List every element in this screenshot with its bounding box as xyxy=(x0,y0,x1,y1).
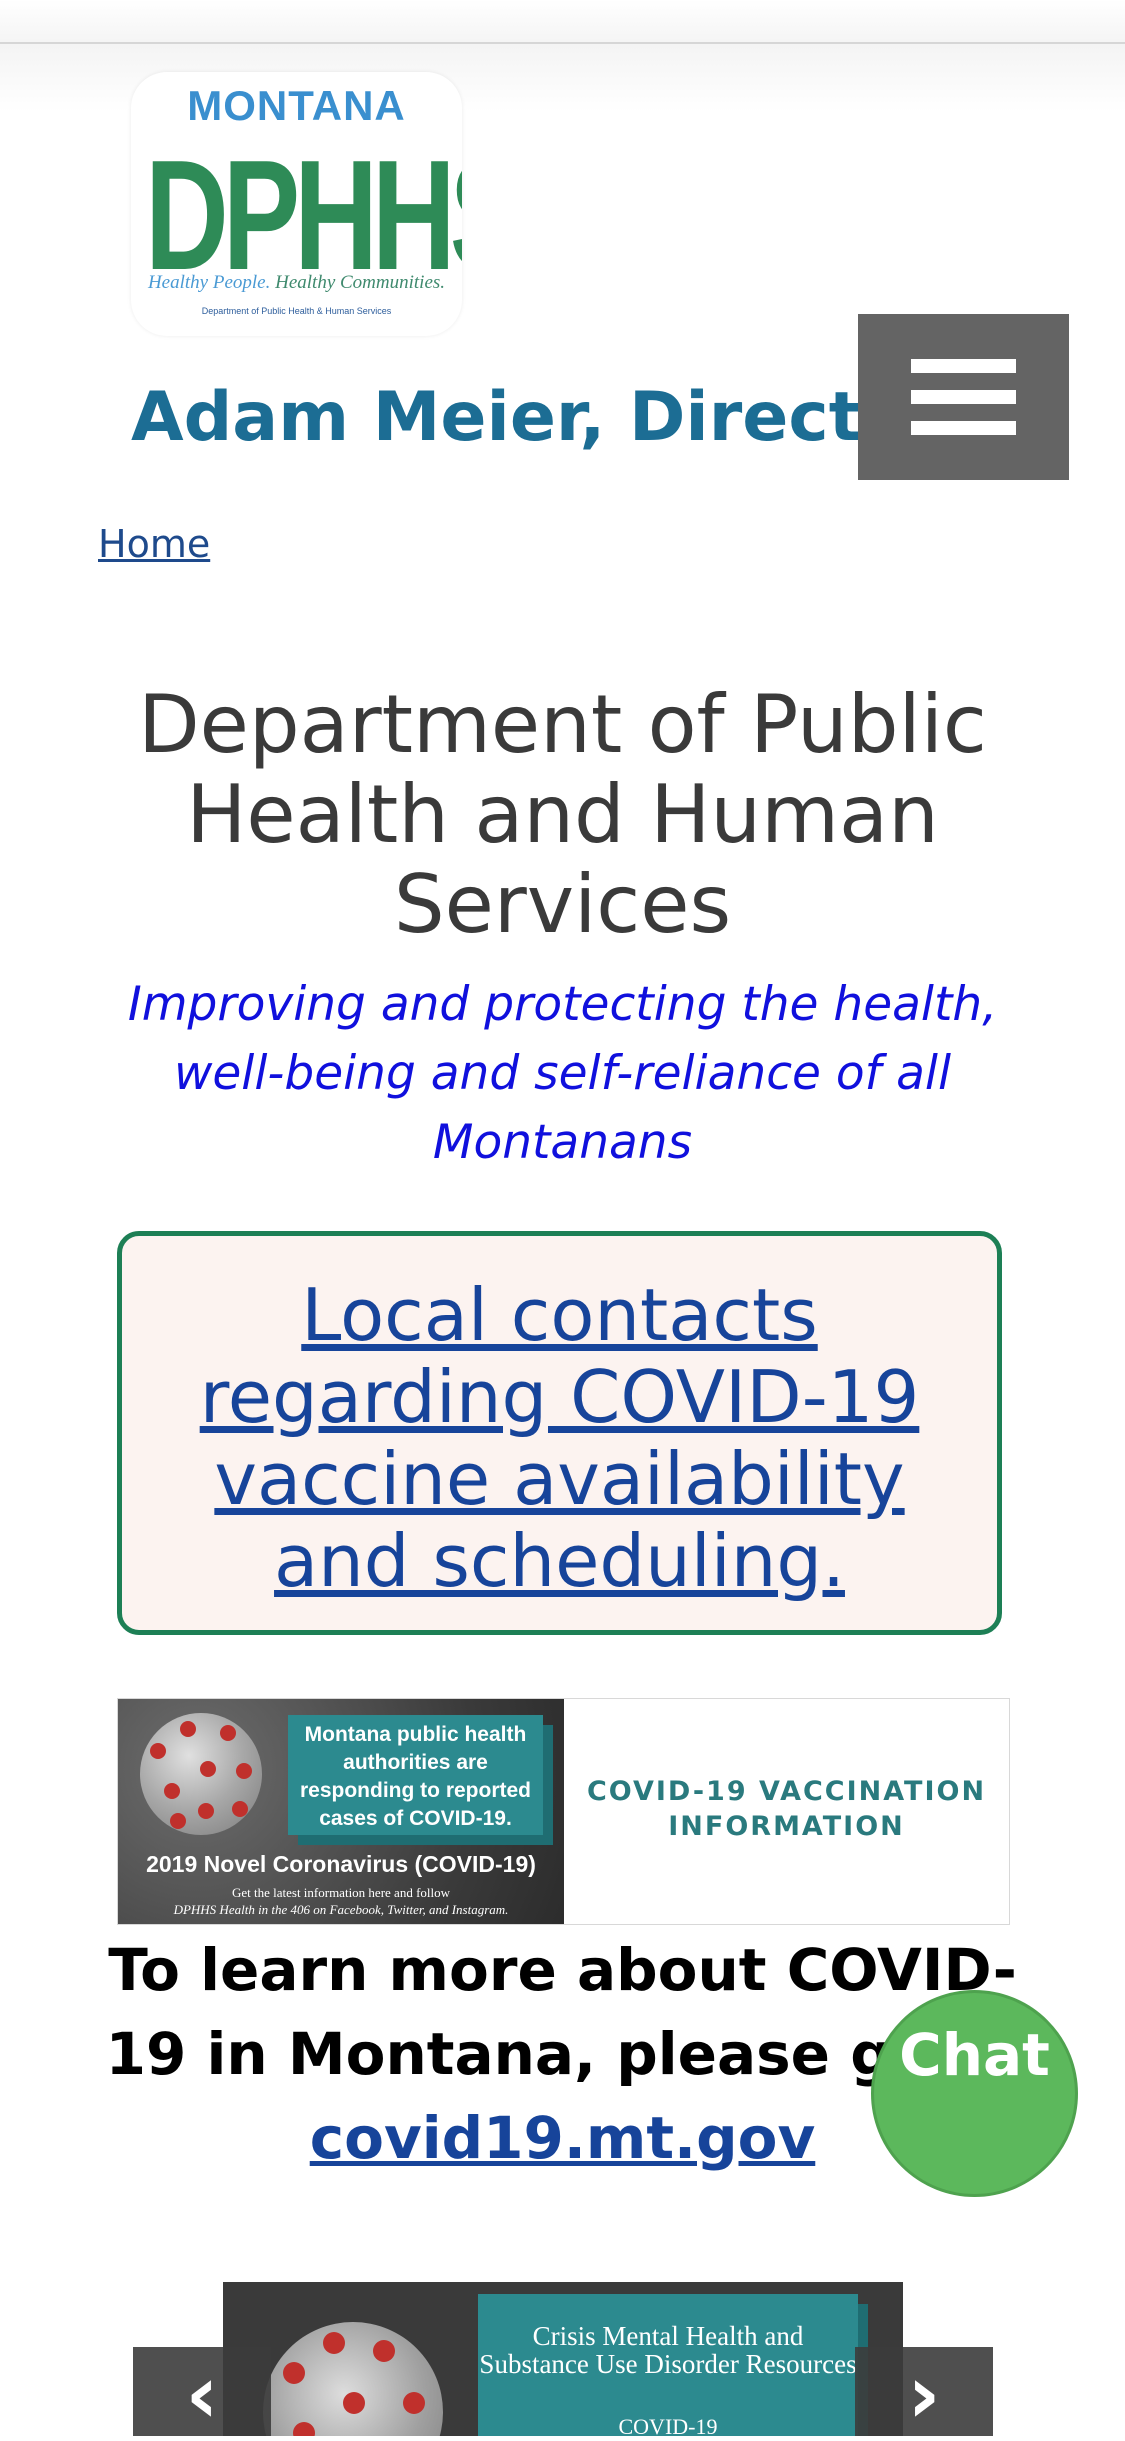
banner-card-text: Montana public health authorities are re… xyxy=(300,1723,531,1830)
vaccination-info-banner[interactable]: COVID-19 VACCINATION INFORMATION xyxy=(564,1699,1009,1924)
covid19-mt-gov-link[interactable]: covid19.mt.gov xyxy=(310,2104,816,2172)
banner-title: 2019 Novel Coronavirus (COVID-19) xyxy=(146,1851,536,1877)
director-name: Adam Meier, Director xyxy=(131,378,942,457)
breadcrumb-home[interactable]: Home xyxy=(98,522,210,566)
dphhs-logo[interactable]: MONTANA DPHHS Healthy People. Healthy Co… xyxy=(131,72,462,336)
chevron-right-icon: › xyxy=(907,2348,941,2441)
logo-tagline: Healthy People. Healthy Communities. xyxy=(147,272,446,293)
page-title: Department of Public Health and Human Se… xyxy=(138,678,987,951)
top-divider xyxy=(0,42,1125,44)
logo-state-label: MONTANA xyxy=(187,82,406,129)
menu-button[interactable] xyxy=(858,314,1069,480)
chevron-left-icon: ‹ xyxy=(185,2348,219,2441)
chat-label: Chat xyxy=(899,2021,1050,2089)
covid-contacts-box: Local contacts regarding COVID-19 vaccin… xyxy=(117,1231,1002,1635)
mission-tagline: Improving and protecting the health, wel… xyxy=(127,977,998,1170)
carousel-prev-button[interactable]: ‹ xyxy=(133,2347,271,2436)
logo-department: Department of Public Health & Human Serv… xyxy=(201,306,392,316)
covid-contacts-link[interactable]: Local contacts regarding COVID-19 vaccin… xyxy=(142,1274,977,1602)
carousel-slide[interactable]: Crisis Mental Health and Substance Use D… xyxy=(223,2282,903,2436)
banner-subtitle: Get the latest information here and foll… xyxy=(173,1885,509,1917)
carousel-next-button[interactable]: › xyxy=(855,2347,993,2436)
vaccination-info-text: COVID-19 VACCINATION INFORMATION xyxy=(586,1776,987,1842)
coronavirus-image xyxy=(263,2322,443,2436)
coronavirus-image xyxy=(140,1713,262,1835)
slide-subtext: COVID-19 xyxy=(618,2414,718,2436)
covid-banner: Montana public health authorities are re… xyxy=(117,1698,1010,1925)
covid-info-banner[interactable]: Montana public health authorities are re… xyxy=(118,1699,564,1924)
chat-button[interactable]: Chat xyxy=(871,1990,1078,2197)
slide-text: Crisis Mental Health and Substance Use D… xyxy=(479,2321,857,2379)
